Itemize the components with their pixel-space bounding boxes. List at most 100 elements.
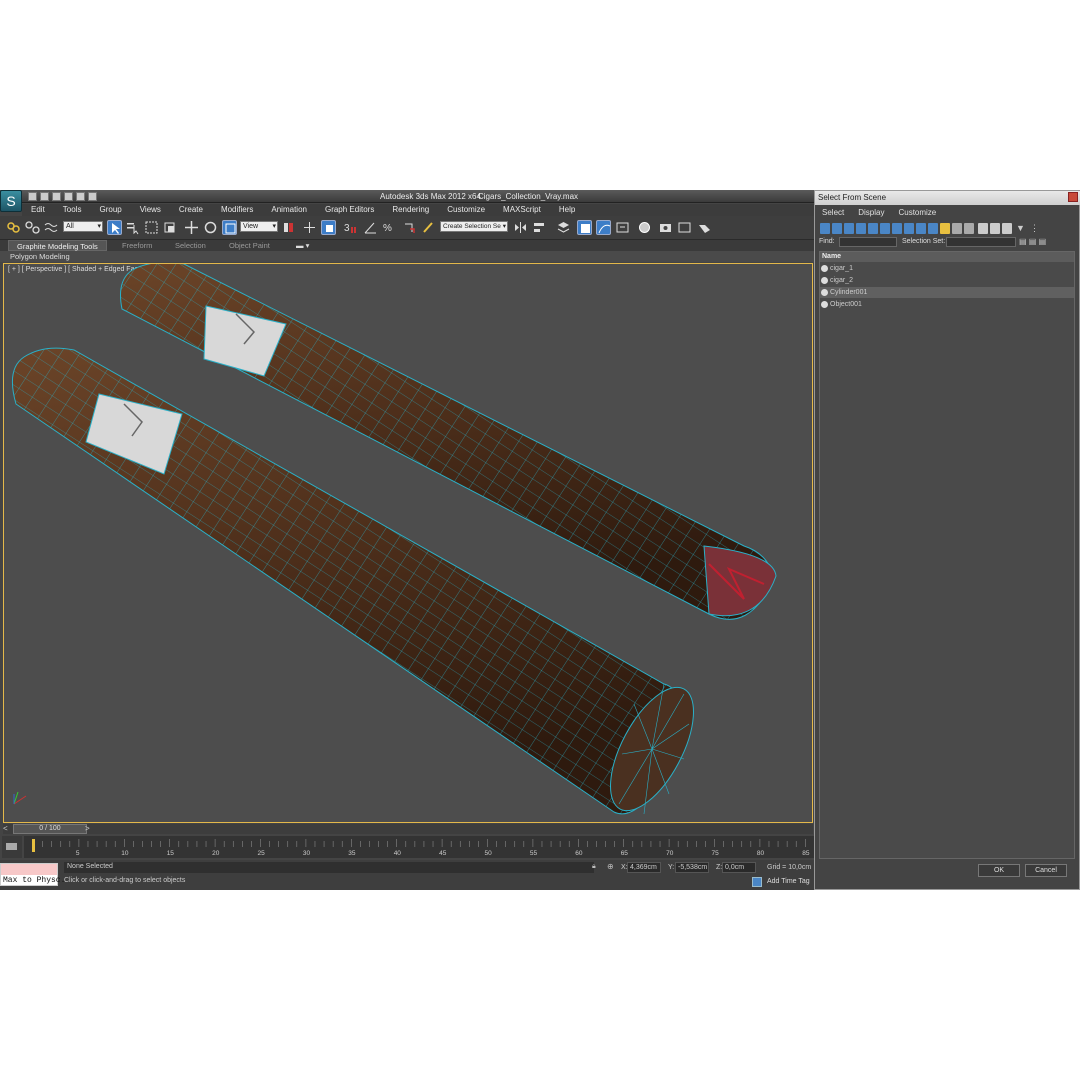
sync-selection-icon[interactable]	[1002, 223, 1012, 234]
time-slider-thumb[interactable]: 0 / 100	[13, 824, 87, 834]
lock-selection-icon[interactable]: 🔒︎	[592, 863, 596, 871]
display-none-icon[interactable]	[978, 223, 988, 234]
menu-animation[interactable]: Animation	[262, 204, 316, 216]
display-invert-icon[interactable]	[990, 223, 1000, 234]
window-crossing-icon[interactable]	[162, 220, 177, 235]
time-slider[interactable]: < 0 / 100 >	[3, 824, 813, 834]
menu-views[interactable]: Views	[131, 204, 170, 216]
unlink-icon[interactable]	[25, 220, 40, 235]
keyboard-shortcut-override-icon[interactable]	[321, 220, 336, 235]
redo-icon[interactable]	[76, 192, 85, 201]
graphite-toggle-icon[interactable]	[577, 220, 592, 235]
schematic-view-icon[interactable]	[615, 220, 630, 235]
y-coordinate-field[interactable]: -5,538cm	[675, 862, 709, 873]
display-containers-icon[interactable]	[928, 223, 938, 234]
display-bones-icon[interactable]	[916, 223, 926, 234]
dialog-menu-customize[interactable]: Customize	[891, 206, 943, 219]
selection-filter-dropdown[interactable]: All ▾	[63, 221, 103, 232]
filter-icon[interactable]: ▼	[1016, 223, 1026, 234]
tab-freeform[interactable]: Freeform	[114, 240, 160, 251]
select-object-icon[interactable]	[107, 220, 122, 235]
display-lights-icon[interactable]	[844, 223, 854, 234]
rotate-icon[interactable]	[203, 220, 218, 235]
save-file-icon[interactable]	[52, 192, 61, 201]
menu-customize[interactable]: Customize	[438, 204, 494, 216]
dialog-menu-select[interactable]: Select	[815, 206, 851, 219]
render-setup-icon[interactable]	[658, 220, 673, 235]
list-item[interactable]: cigar_1	[820, 263, 1074, 274]
close-icon[interactable]	[1068, 192, 1078, 202]
list-item[interactable]: Cylinder001	[820, 287, 1074, 298]
reference-coordinate-dropdown[interactable]: View ▾	[240, 221, 278, 232]
display-hidden-icon[interactable]	[952, 223, 962, 234]
time-tag-icon[interactable]	[752, 877, 762, 887]
curve-editor-icon[interactable]	[596, 220, 611, 235]
layer-manager-icon[interactable]	[556, 220, 571, 235]
3ds-max-logo-icon[interactable]: S	[0, 190, 22, 212]
display-geometry-icon[interactable]	[820, 223, 830, 234]
ok-button[interactable]: OK	[978, 864, 1020, 877]
display-frozen-icon[interactable]	[940, 223, 950, 234]
mirror-icon[interactable]	[513, 220, 528, 235]
rectangular-selection-icon[interactable]	[144, 220, 159, 235]
maxscript-input[interactable]	[1, 864, 57, 875]
edit-named-selection-icon[interactable]	[421, 220, 436, 235]
move-icon[interactable]	[184, 220, 199, 235]
absolute-mode-icon[interactable]: ⊕	[607, 862, 614, 871]
menu-create[interactable]: Create	[170, 204, 212, 216]
align-icon[interactable]	[532, 220, 547, 235]
list-item[interactable]: cigar_2	[820, 275, 1074, 286]
current-frame-marker[interactable]	[32, 839, 35, 852]
new-file-icon[interactable]	[28, 192, 37, 201]
cancel-button[interactable]: Cancel	[1025, 864, 1067, 877]
object-list[interactable]: Name cigar_1 cigar_2 Cylinder001 Object0…	[819, 251, 1075, 859]
rendered-frame-window-icon[interactable]	[677, 220, 692, 235]
x-coordinate-field[interactable]: 4,369cm	[627, 862, 661, 873]
maxscript-listener[interactable]: Max to Physc.	[0, 863, 65, 886]
display-space-warps-icon[interactable]	[880, 223, 890, 234]
link-icon[interactable]	[6, 220, 21, 235]
polygon-modeling-panel[interactable]: Polygon Modeling	[0, 251, 814, 262]
perspective-viewport[interactable]: [ + ] [ Perspective ] [ Shaded + Edged F…	[3, 263, 813, 823]
menu-tools[interactable]: Tools	[54, 204, 91, 216]
project-folder-icon[interactable]	[88, 192, 97, 201]
snaps-toggle-icon[interactable]: 3	[343, 220, 358, 235]
menu-graph-editors[interactable]: Graph Editors	[316, 204, 383, 216]
tab-object-paint[interactable]: Object Paint	[221, 240, 278, 251]
undo-icon[interactable]	[64, 192, 73, 201]
display-shapes-icon[interactable]	[832, 223, 842, 234]
open-file-icon[interactable]	[40, 192, 49, 201]
ribbon-options-icon[interactable]: ▬ ▾	[288, 240, 317, 251]
z-coordinate-field[interactable]: 0,0cm	[722, 862, 756, 873]
display-helpers-icon[interactable]	[868, 223, 878, 234]
display-cameras-icon[interactable]	[856, 223, 866, 234]
tab-selection[interactable]: Selection	[167, 240, 214, 251]
angle-snap-icon[interactable]	[363, 220, 378, 235]
percent-snap-icon[interactable]: %	[382, 220, 397, 235]
time-slider-prev-button[interactable]: <	[3, 824, 11, 834]
pivot-center-icon[interactable]	[281, 220, 296, 235]
add-time-tag-button[interactable]: Add Time Tag	[767, 878, 810, 885]
name-column-header[interactable]: Name	[820, 252, 1074, 262]
display-groups-icon[interactable]	[892, 223, 902, 234]
menu-modifiers[interactable]: Modifiers	[212, 204, 262, 216]
render-production-icon[interactable]	[697, 220, 712, 235]
find-input[interactable]	[839, 237, 897, 247]
scale-icon[interactable]	[222, 220, 237, 235]
dialog-menu-display[interactable]: Display	[851, 206, 891, 219]
list-item[interactable]: Object001	[820, 299, 1074, 310]
display-all-icon[interactable]	[964, 223, 974, 234]
display-xrefs-icon[interactable]	[904, 223, 914, 234]
hierarchy-icon[interactable]: ⋮	[1030, 223, 1040, 234]
named-selection-set-dropdown[interactable]: Create Selection Se ▾	[440, 221, 508, 232]
material-editor-icon[interactable]	[637, 220, 652, 235]
menu-help[interactable]: Help	[550, 204, 584, 216]
selection-set-dropdown[interactable]	[946, 237, 1016, 247]
menu-edit[interactable]: Edit	[22, 204, 54, 216]
menu-maxscript[interactable]: MAXScript	[494, 204, 550, 216]
spinner-snap-icon[interactable]	[401, 220, 416, 235]
time-slider-next-button[interactable]: >	[85, 824, 93, 834]
bind-space-warp-icon[interactable]	[44, 220, 59, 235]
menu-group[interactable]: Group	[90, 204, 130, 216]
tab-graphite-modeling-tools[interactable]: Graphite Modeling Tools	[8, 240, 107, 251]
